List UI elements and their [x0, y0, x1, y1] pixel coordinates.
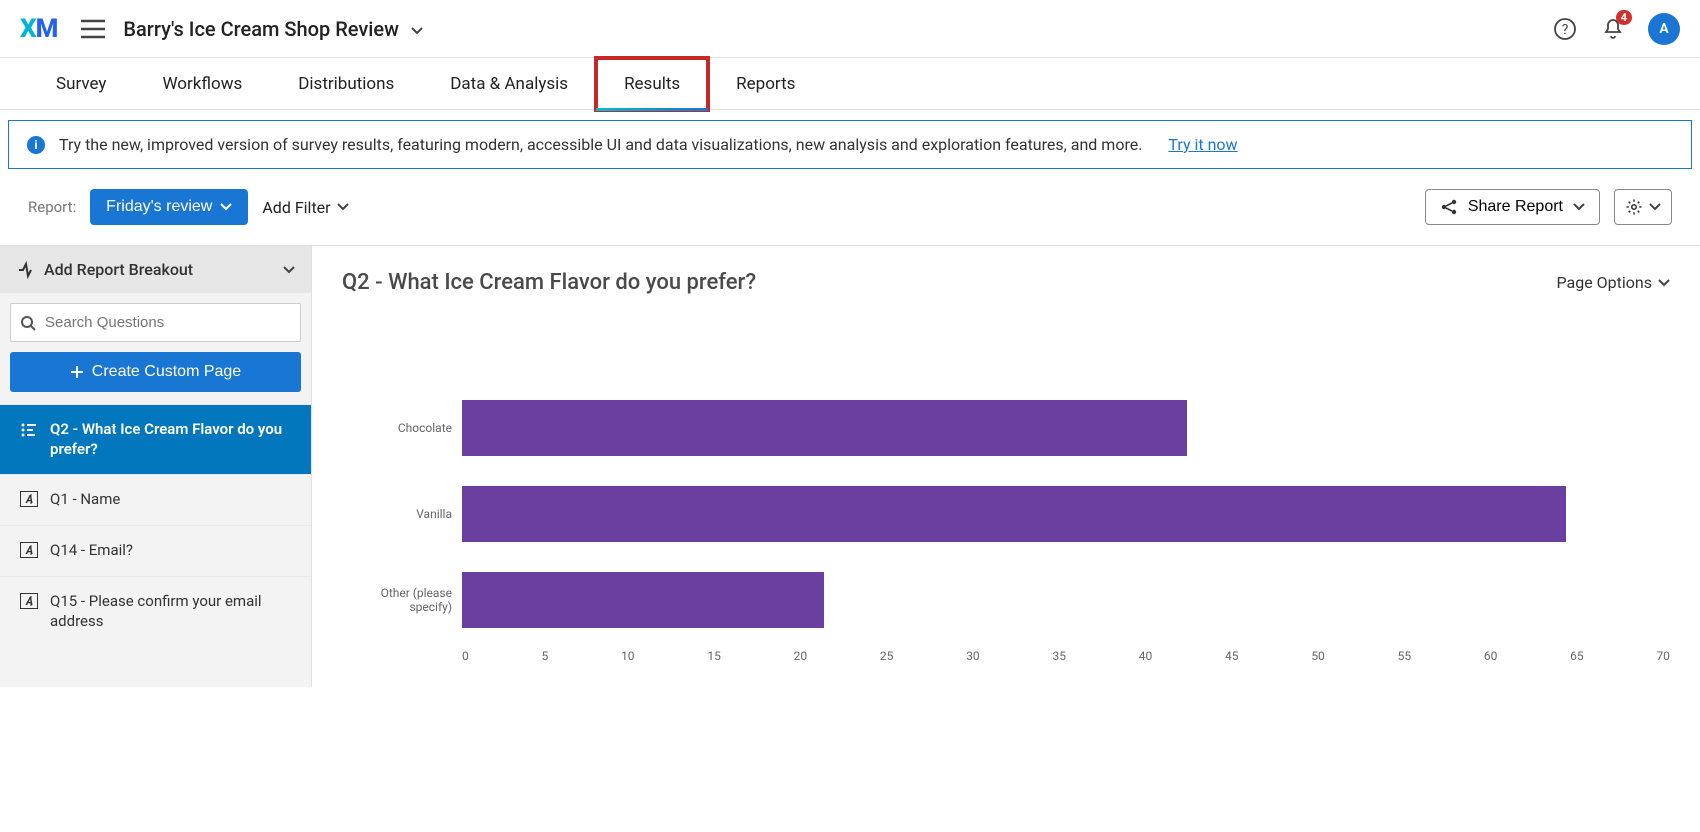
chart-xtick: 40: [1139, 649, 1153, 663]
chart-xtick: 65: [1570, 649, 1584, 663]
try-it-now-link[interactable]: Try it now: [1168, 135, 1237, 154]
text-icon: A: [20, 593, 38, 613]
sidebar-item-label: Q2 - What Ice Cream Flavor do you prefer…: [50, 419, 295, 460]
notifications-icon[interactable]: 4: [1600, 16, 1626, 42]
share-report-button[interactable]: Share Report: [1425, 189, 1600, 225]
avatar[interactable]: A: [1648, 13, 1680, 45]
add-report-breakout[interactable]: Add Report Breakout: [0, 246, 311, 293]
chart-xtick: 60: [1484, 649, 1498, 663]
chart-category-label: Other (please specify): [342, 557, 452, 643]
tab-results[interactable]: Results: [596, 58, 708, 110]
search-icon: [20, 315, 36, 331]
chart-icon: [20, 421, 38, 443]
svg-text:A: A: [25, 595, 33, 608]
sidebar-item-label: Q1 - Name: [50, 489, 120, 509]
question-title: Q2 - What Ice Cream Flavor do you prefer…: [342, 270, 756, 295]
chart-xtick: 55: [1398, 649, 1412, 663]
chevron-down-icon: [283, 266, 295, 274]
chart-bar: [462, 486, 1566, 542]
chart-xtick: 45: [1225, 649, 1239, 663]
chart-xtick: 5: [542, 649, 549, 663]
text-icon: A: [20, 491, 38, 511]
share-icon: [1440, 198, 1458, 216]
sidebar-item-label: Q15 - Please confirm your email address: [50, 591, 295, 632]
sidebar-question-item[interactable]: A Q14 - Email?: [0, 525, 311, 576]
chart-bar: [462, 400, 1187, 456]
sidebar-item-label: Q14 - Email?: [50, 540, 133, 560]
chart-xtick: 25: [880, 649, 894, 663]
search-questions-input[interactable]: [10, 303, 301, 342]
text-icon: A: [20, 542, 38, 562]
sidebar-question-item[interactable]: A Q1 - Name: [0, 474, 311, 525]
main-tabs: SurveyWorkflowsDistributionsData & Analy…: [0, 58, 1700, 110]
tab-reports[interactable]: Reports: [708, 58, 823, 110]
chart-category-label: Chocolate: [342, 385, 452, 471]
bar-chart: ChocolateVanillaOther (please specify) 0…: [342, 385, 1670, 663]
tab-survey[interactable]: Survey: [28, 58, 134, 110]
add-filter-button[interactable]: Add Filter: [262, 198, 348, 217]
report-selector[interactable]: Friday's review: [90, 189, 248, 225]
info-icon: i: [27, 136, 45, 154]
create-custom-page-button[interactable]: Create Custom Page: [10, 352, 301, 392]
tab-distributions[interactable]: Distributions: [270, 58, 422, 110]
chart-xtick: 35: [1052, 649, 1066, 663]
chart-xtick: 15: [707, 649, 721, 663]
page-options-button[interactable]: Page Options: [1557, 273, 1670, 292]
sidebar-question-item[interactable]: Q2 - What Ice Cream Flavor do you prefer…: [0, 404, 311, 474]
svg-text:A: A: [25, 493, 33, 506]
chart-xtick: 20: [794, 649, 808, 663]
chart-xtick: 0: [462, 649, 469, 663]
tab-data-analysis[interactable]: Data & Analysis: [422, 58, 596, 110]
svg-text:A: A: [25, 544, 33, 557]
settings-button[interactable]: [1614, 189, 1672, 225]
tab-workflows[interactable]: Workflows: [134, 58, 270, 110]
chart-bar: [462, 572, 824, 628]
chart-category-label: Vanilla: [342, 471, 452, 557]
breakout-icon: [16, 261, 34, 279]
project-title[interactable]: Barry's Ice Cream Shop Review: [123, 17, 424, 41]
svg-text:?: ?: [1562, 22, 1569, 38]
banner-text: Try the new, improved version of survey …: [59, 135, 1142, 154]
notification-badge: 4: [1616, 10, 1632, 25]
report-label: Report:: [28, 198, 76, 216]
plus-icon: [70, 365, 84, 379]
xm-logo[interactable]: XM: [20, 14, 57, 44]
chart-xtick: 10: [621, 649, 635, 663]
help-icon[interactable]: ?: [1552, 16, 1578, 42]
menu-icon[interactable]: [81, 19, 105, 39]
gear-icon: [1625, 198, 1643, 216]
sidebar: Add Report Breakout Create Custom Page Q…: [0, 246, 312, 687]
chart-xtick: 30: [966, 649, 980, 663]
chart-xtick: 70: [1656, 649, 1670, 663]
sidebar-question-item[interactable]: A Q15 - Please confirm your email address: [0, 576, 311, 646]
chart-xtick: 50: [1311, 649, 1325, 663]
new-results-banner: i Try the new, improved version of surve…: [8, 120, 1692, 169]
